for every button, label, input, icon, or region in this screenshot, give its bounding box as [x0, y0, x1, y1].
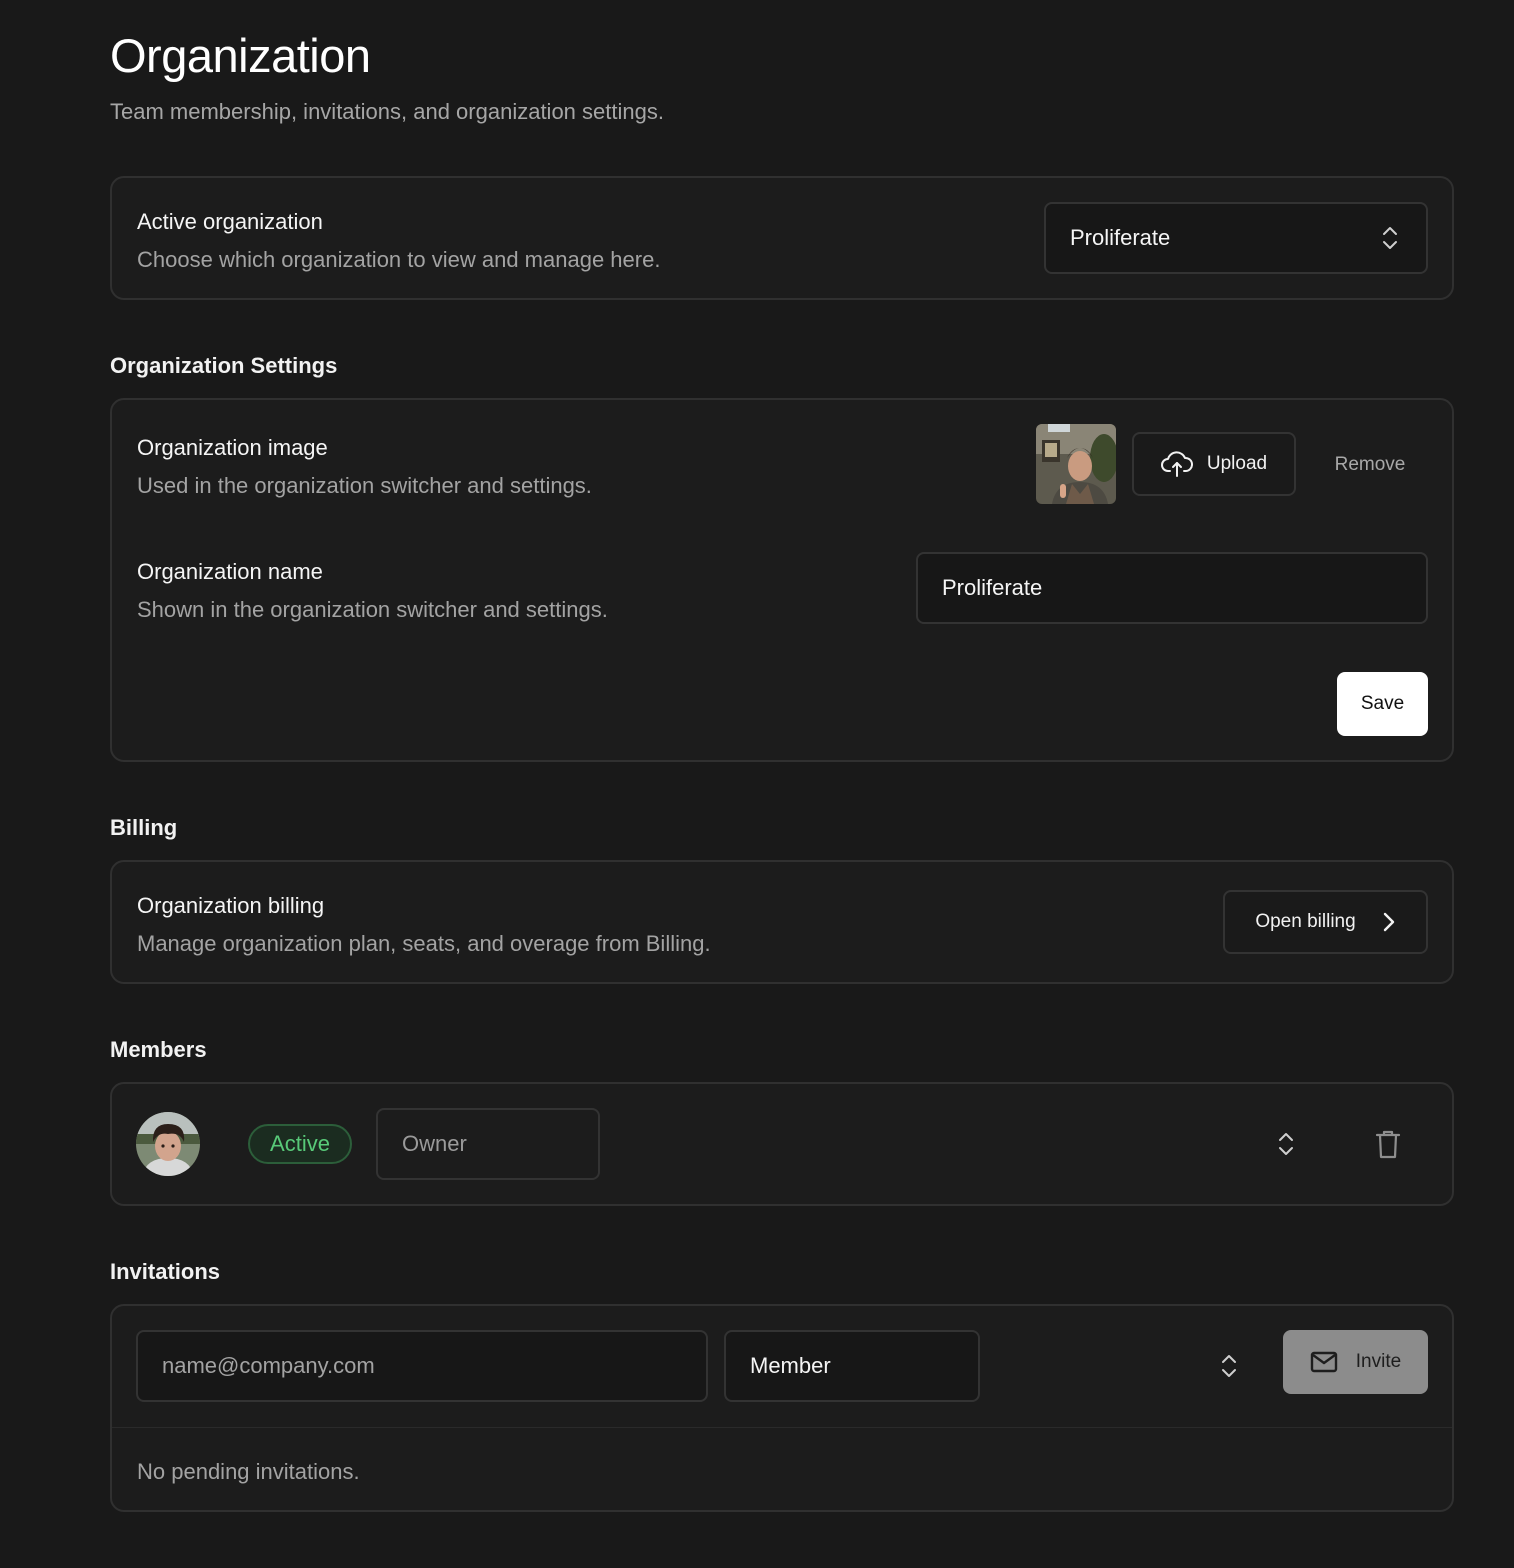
invite-label: Invite — [1355, 1351, 1402, 1372]
chevron-right-icon — [1382, 911, 1396, 933]
billing-card: Organization billing Manage organization… — [110, 860, 1454, 984]
billing-heading: Billing — [110, 815, 178, 840]
organization-name-title: Organization name — [137, 559, 323, 584]
organization-billing-title: Organization billing — [137, 893, 325, 918]
invitations-heading: Invitations — [110, 1259, 221, 1284]
organization-image-thumbnail — [1036, 424, 1116, 504]
organization-name-input[interactable]: Proliferate — [916, 552, 1428, 624]
invite-role-select[interactable]: Member — [724, 1330, 980, 1402]
invite-button[interactable]: Invite — [1283, 1330, 1428, 1394]
chevrons-up-down-icon — [1380, 224, 1400, 252]
active-organization-select[interactable]: Proliferate — [1044, 202, 1428, 274]
active-organization-value: Proliferate — [1070, 225, 1171, 250]
invite-email-placeholder: name@company.com — [162, 1353, 375, 1378]
members-card: Active Owner — [110, 1082, 1454, 1206]
active-organization-description: Choose which organization to view and ma… — [137, 247, 661, 272]
organization-name-value: Proliferate — [942, 575, 1043, 600]
no-pending-invitations-text: No pending invitations. — [137, 1459, 360, 1484]
invite-role-value: Member — [750, 1353, 831, 1378]
open-billing-label: Open billing — [1255, 911, 1356, 932]
organization-billing-description: Manage organization plan, seats, and ove… — [137, 931, 711, 956]
organization-page: Organization Team membership, invitation… — [0, 0, 1514, 1568]
trash-icon[interactable] — [1374, 1128, 1402, 1160]
organization-image-description: Used in the organization switcher and se… — [137, 473, 592, 498]
mail-icon — [1310, 1351, 1338, 1373]
upload-label: Upload — [1206, 453, 1268, 474]
members-heading: Members — [110, 1037, 207, 1062]
upload-button[interactable]: Upload — [1132, 432, 1296, 496]
invitations-card: name@company.com Member Invite No pendin… — [110, 1304, 1454, 1512]
member-role-value: Owner — [402, 1131, 467, 1156]
organization-settings-card: Organization image Used in the organizat… — [110, 398, 1454, 762]
active-organization-card: Active organization Choose which organiz… — [110, 176, 1454, 300]
page-subtitle: Team membership, invitations, and organi… — [110, 99, 664, 124]
open-billing-button[interactable]: Open billing — [1223, 890, 1428, 954]
invitations-divider — [112, 1427, 1452, 1428]
active-organization-title: Active organization — [137, 209, 323, 234]
remove-button[interactable]: Remove — [1312, 440, 1428, 490]
member-avatar — [136, 1112, 200, 1176]
save-button[interactable]: Save — [1337, 672, 1428, 736]
member-role-select[interactable]: Owner — [376, 1108, 600, 1180]
chevrons-up-down-icon[interactable] — [1276, 1130, 1296, 1158]
cloud-upload-icon — [1160, 451, 1193, 477]
chevrons-up-down-icon[interactable] — [1219, 1352, 1239, 1380]
invite-email-input[interactable]: name@company.com — [136, 1330, 708, 1402]
status-badge: Active — [248, 1124, 352, 1164]
page-title: Organization — [110, 29, 371, 82]
organization-name-description: Shown in the organization switcher and s… — [137, 597, 608, 622]
organization-settings-heading: Organization Settings — [110, 353, 338, 378]
organization-image-title: Organization image — [137, 435, 328, 460]
